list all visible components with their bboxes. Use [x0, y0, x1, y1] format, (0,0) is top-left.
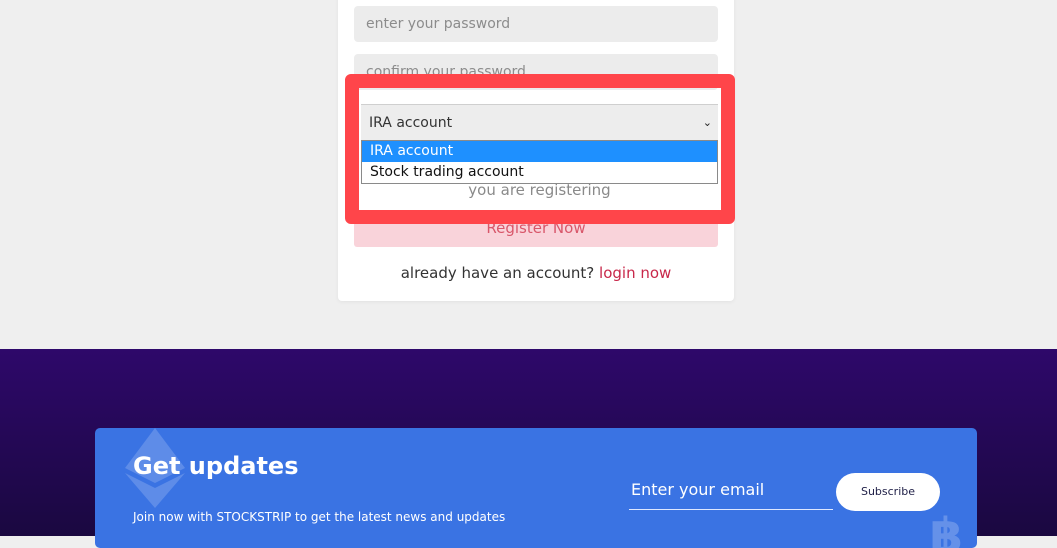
login-prompt-line: already have an account? login now [338, 264, 734, 282]
password-field[interactable]: enter your password [354, 6, 718, 42]
registering-hint: you are registering [468, 181, 611, 199]
account-type-select[interactable]: IRA account ⌄ [361, 104, 718, 140]
banner-subtitle: Join now with STOCKSTRIP to get the late… [133, 510, 506, 524]
bitcoin-icon: ฿ [929, 508, 963, 548]
email-input[interactable]: Enter your email [629, 476, 833, 510]
register-button[interactable]: Register Now [354, 212, 718, 247]
confirm-password-field[interactable]: confirm your password [354, 54, 718, 90]
login-link[interactable]: login now [599, 264, 671, 282]
account-type-selected: IRA account [369, 115, 453, 131]
chevron-down-icon[interactable]: ⌄ [703, 105, 712, 141]
dropdown-option-ira[interactable]: IRA account [362, 141, 717, 162]
dropdown-option-stock-trading[interactable]: Stock trading account [362, 162, 717, 183]
subscribe-button[interactable]: Subscribe [836, 473, 940, 511]
login-prompt: already have an account? [400, 264, 595, 282]
newsletter-banner: ฿ Get updates Join now with STOCKSTRIP t… [95, 428, 977, 548]
account-type-dropdown[interactable]: IRA account Stock trading account [361, 140, 718, 184]
banner-title: Get updates [133, 452, 299, 480]
